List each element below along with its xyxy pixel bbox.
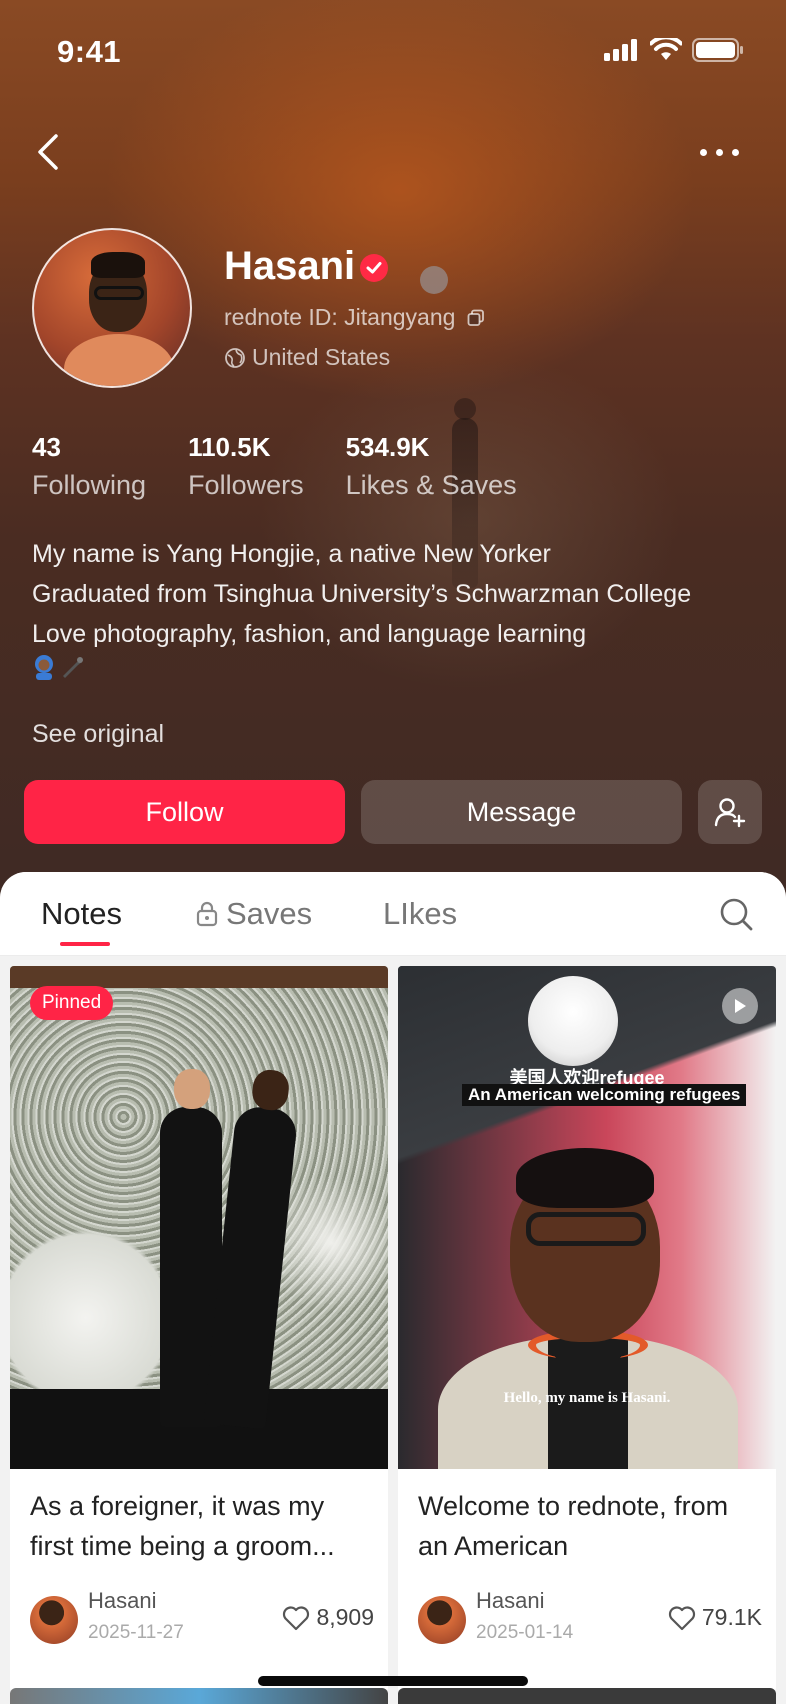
profile-tabs: Notes Saves LIkes [0, 872, 786, 956]
search-icon [720, 898, 753, 931]
pinned-badge: Pinned [30, 986, 114, 1020]
like-count: 8,909 [316, 1604, 374, 1630]
author-avatar[interactable] [418, 1596, 466, 1644]
note-cover-image[interactable]: 美国人欢迎refugee An American welcoming refug… [398, 966, 776, 1469]
video-caption-en: An American welcoming refugees [462, 1084, 747, 1106]
battery-icon [692, 38, 743, 62]
more-icon [700, 148, 707, 156]
copy-icon[interactable] [467, 309, 485, 327]
author-avatar[interactable] [30, 1596, 78, 1644]
heart-icon [668, 1605, 695, 1630]
bio-line: Love photography, fashion, and language … [32, 620, 587, 648]
trumpet-emoji-icon [63, 657, 83, 678]
lock-icon [196, 901, 218, 927]
note-likes[interactable]: 8,909 [282, 1604, 374, 1631]
note-card[interactable]: 美国人欢迎refugee An American welcoming refug… [398, 966, 776, 1692]
note-date: 2025-11-27 [88, 1622, 184, 1643]
note-likes[interactable]: 79.1K [668, 1604, 762, 1631]
status-time: 9:41 [57, 34, 122, 69]
more-button[interactable] [700, 142, 752, 162]
home-indicator[interactable] [258, 1676, 528, 1686]
see-original-link[interactable]: See original [32, 720, 164, 749]
stat-label: Following [32, 470, 147, 500]
note-date: 2025-01-14 [476, 1622, 574, 1643]
heart-icon [283, 1605, 310, 1630]
back-icon [38, 134, 58, 170]
signal-icon [604, 39, 637, 61]
next-note-preview[interactable] [10, 1688, 388, 1704]
note-title[interactable]: Welcome to rednote, from an American [418, 1486, 762, 1566]
next-note-preview[interactable] [398, 1688, 776, 1704]
person-emoji-icon [35, 655, 53, 680]
note-title[interactable]: As a foreigner, it was my first time bei… [30, 1486, 374, 1566]
bio-line: Graduated from Tsinghua University’s Sch… [32, 580, 692, 608]
location: United States [224, 344, 390, 371]
status-icons [604, 38, 744, 62]
stat-value: 43 [32, 432, 61, 462]
stat-likes-saves[interactable]: 534.9K Likes & Saves [346, 432, 517, 501]
stat-value: 110.5K [188, 432, 271, 462]
stat-label: Likes & Saves [345, 470, 517, 500]
verified-icon [360, 254, 388, 282]
like-count: 79.1K [701, 1604, 762, 1630]
stat-label: Followers [188, 470, 304, 500]
tab-likes[interactable]: LIkes [383, 896, 457, 932]
bio-emoji [32, 654, 84, 680]
lamp-shape [528, 976, 618, 1066]
stat-value: 534.9K [345, 432, 430, 462]
add-friend-button[interactable] [698, 780, 762, 844]
bio-line: My name is Yang Hongjie, a native New Yo… [32, 540, 551, 568]
stat-followers[interactable]: 110.5K Followers [188, 432, 304, 501]
follow-button[interactable]: Follow [24, 780, 345, 844]
profile-avatar[interactable] [32, 228, 192, 388]
tab-saves[interactable]: Saves [196, 896, 312, 932]
profile-bio: My name is Yang Hongjie, a native New Yo… [32, 534, 691, 654]
rednote-id[interactable]: rednote ID: Jitangyang [224, 304, 485, 331]
location-text: United States [252, 344, 391, 370]
profile-stats: 43 Following 110.5K Followers 534.9K Lik… [32, 432, 559, 501]
rednote-id-text: rednote ID: Jitangyang [224, 304, 456, 330]
video-subtitle: Hello, my name is Hasani. [503, 1390, 671, 1406]
note-author[interactable]: Hasani [88, 1588, 156, 1614]
stat-following[interactable]: 43 Following [32, 432, 146, 501]
note-footer: Hasani 2025-11-27 8,909 [30, 1588, 374, 1644]
note-footer: Hasani 2025-01-14 79.1K [418, 1588, 762, 1644]
add-friend-icon [714, 798, 746, 828]
note-card[interactable]: Pinned As a foreigner, it was my first t… [10, 966, 388, 1692]
globe-icon [225, 347, 245, 368]
background-sun [420, 266, 448, 294]
active-tab-indicator [60, 942, 110, 946]
tab-notes[interactable]: Notes [41, 896, 122, 932]
note-author[interactable]: Hasani [476, 1588, 544, 1614]
wifi-icon [650, 38, 682, 60]
search-button[interactable] [718, 896, 754, 932]
back-button[interactable] [30, 128, 70, 176]
note-cover-image[interactable]: Pinned [10, 966, 388, 1469]
profile-name: Hasani [224, 244, 356, 288]
profile-header: 9:41 Hasani rednote ID: Jitangyang Unite… [0, 0, 786, 900]
content-sheet: Notes Saves LIkes Pinned As a foreigner,… [0, 872, 786, 1704]
tab-saves-label: Saves [226, 896, 313, 931]
message-button[interactable]: Message [361, 780, 682, 844]
play-icon [722, 988, 758, 1024]
